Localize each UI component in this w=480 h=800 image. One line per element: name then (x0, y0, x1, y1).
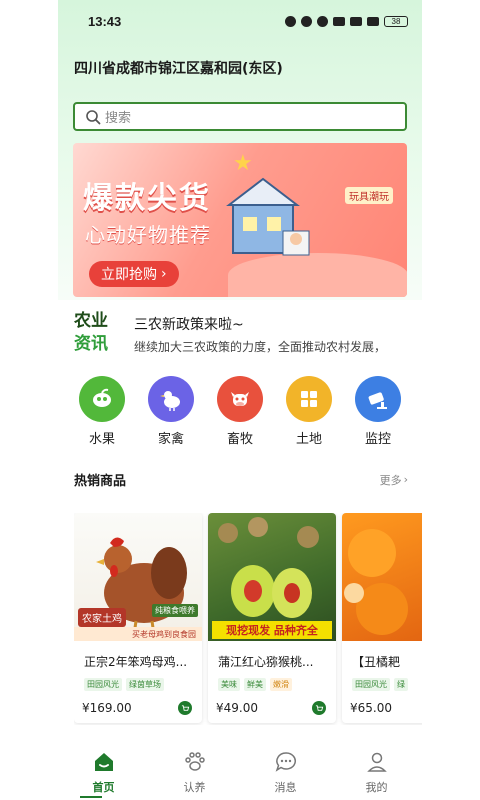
product-tags: 美味 鲜美 嫩滑 (218, 678, 292, 691)
add-to-cart-button[interactable] (312, 701, 326, 715)
alarm-icon (285, 15, 296, 27)
mute-icon (301, 15, 312, 27)
chevron-right-icon: › (161, 266, 167, 282)
poultry-icon (148, 376, 194, 422)
tab-profile[interactable]: 我的 (331, 740, 422, 800)
paw-icon (184, 752, 205, 771)
product-overlay-small: 纯粮食喂养 (152, 604, 198, 617)
category-livestock[interactable]: 畜牧 (206, 376, 274, 447)
product-name: 蒲江红心猕猴桃... (218, 655, 314, 669)
search-icon (86, 109, 101, 124)
product-image: 现挖现发 品种齐全 (208, 513, 336, 641)
hd-icon (333, 16, 345, 26)
news-logo-line2: 资讯 (74, 334, 108, 354)
hot-products-header: 热销商品 更多 › (74, 470, 408, 489)
more-link[interactable]: 更多 › (380, 472, 408, 488)
banner-subline: 心动好物推荐 (85, 223, 211, 247)
status-icons: 38 (285, 15, 408, 27)
land-icon (286, 376, 332, 422)
news-body: 继续加大三农政策的力度，全面推动农村发展， (134, 340, 387, 354)
product-tag: 鲜美 (244, 678, 266, 691)
product-overlay-banner: 现挖现发 品种齐全 (212, 621, 332, 639)
cart-icon (181, 704, 189, 711)
category-label: 监控 (364, 432, 391, 447)
tab-home[interactable]: 首页 (58, 740, 149, 800)
category-land[interactable]: 土地 (275, 376, 343, 447)
camera-icon (355, 376, 401, 422)
category-label: 水果 (88, 432, 115, 447)
hot-products-title: 热销商品 (74, 474, 127, 489)
category-label: 土地 (295, 432, 322, 447)
product-overlay-tag: 农家土鸡 (78, 608, 126, 627)
promo-banner[interactable]: ★ 爆款尖货 心动好物推荐 立即抢购 › 玩具潮玩 (73, 143, 407, 297)
news-logo: 农业 资讯 (74, 310, 120, 356)
signal-icon (367, 16, 379, 26)
more-label: 更多 (379, 473, 402, 487)
product-tags: 田园风光 绿茵草场 (84, 678, 164, 691)
cart-icon (315, 704, 323, 711)
location-address[interactable]: 四川省成都市锦江区嘉和园(东区) (74, 58, 283, 78)
buy-now-button[interactable]: 立即抢购 › (89, 261, 179, 287)
fruit-icon (79, 376, 125, 422)
product-card[interactable]: 【丑橘耙 田园风光 绿 ¥65.00 (342, 513, 422, 723)
buy-now-label: 立即抢购 (101, 267, 157, 283)
battery-icon: 38 (384, 15, 408, 27)
tab-label: 首页 (92, 781, 115, 794)
product-card[interactable]: 现挖现发 品种齐全 蒲江红心猕猴桃... 美味 鲜美 嫩滑 ¥49.00 (208, 513, 336, 723)
search-placeholder: 搜索 (105, 111, 132, 126)
search-bar[interactable]: 搜索 (73, 102, 407, 131)
product-overlay-band: 买老母鸡到良食园 (74, 627, 202, 641)
product-tag: 田园风光 (352, 678, 390, 691)
wifi-icon (350, 16, 362, 26)
tab-label: 我的 (365, 781, 388, 794)
news-logo-line1: 农业 (74, 311, 108, 331)
product-card[interactable]: 农家土鸡 纯粮食喂养 买老母鸡到良食园 正宗2年笨鸡母鸡... 田园风光 绿茵草… (74, 513, 202, 723)
toy-house-image (226, 177, 310, 256)
agri-news[interactable]: 农业 资讯 三农新政策来啦~ 继续加大三农政策的力度，全面推动农村发展， (74, 310, 414, 362)
product-image (342, 513, 422, 641)
tab-messages[interactable]: 消息 (240, 740, 331, 800)
product-name: 正宗2年笨鸡母鸡... (84, 655, 188, 669)
add-to-cart-button[interactable] (178, 701, 192, 715)
category-row: 水果 家禽 畜牧 土地 监控 (68, 376, 412, 447)
product-tag: 绿茵草场 (126, 678, 164, 691)
home-icon (94, 753, 113, 771)
product-tag: 嫩滑 (270, 678, 292, 691)
tab-label: 认养 (183, 781, 206, 794)
app-screen: 13:43 38 四川省成都市锦江区嘉和园(东区) 搜索 ★ 爆款尖货 心动好物… (58, 0, 422, 800)
product-image: 农家土鸡 纯粮食喂养 买老母鸡到良食园 (74, 513, 202, 641)
product-list: 农家土鸡 纯粮食喂养 买老母鸡到良食园 正宗2年笨鸡母鸡... 田园风光 绿茵草… (74, 513, 422, 725)
orange-image (344, 529, 408, 635)
category-monitor[interactable]: 监控 (344, 376, 412, 447)
tab-adopt[interactable]: 认养 (149, 740, 240, 800)
livestock-icon (217, 376, 263, 422)
active-tab-indicator (80, 796, 102, 798)
product-price: ¥49.00 (216, 701, 258, 715)
category-label: 家禽 (157, 432, 184, 447)
category-poultry[interactable]: 家禽 (137, 376, 205, 447)
product-tag: 绿 (394, 678, 408, 691)
chat-icon (275, 752, 296, 772)
bottom-tab-bar: 首页 认养 消息 我的 (58, 740, 422, 800)
status-bar: 13:43 38 (58, 0, 422, 42)
category-fruit[interactable]: 水果 (68, 376, 136, 447)
product-tag: 美味 (218, 678, 240, 691)
location-icon (317, 15, 328, 27)
category-label: 畜牧 (226, 432, 253, 447)
product-tag: 田园风光 (84, 678, 122, 691)
chevron-right-icon: › (403, 473, 408, 486)
product-price: ¥169.00 (82, 701, 132, 715)
user-icon (366, 752, 387, 772)
news-title: 三农新政策来啦~ (134, 317, 244, 333)
banner-headline: 爆款尖货 (83, 181, 211, 216)
product-name: 【丑橘耙 (352, 655, 401, 669)
tab-label: 消息 (274, 781, 297, 794)
product-price: ¥65.00 (350, 701, 392, 715)
banner-tag: 玩具潮玩 (345, 187, 393, 204)
status-time: 13:43 (88, 13, 122, 29)
product-tags: 田园风光 绿 (352, 678, 408, 691)
